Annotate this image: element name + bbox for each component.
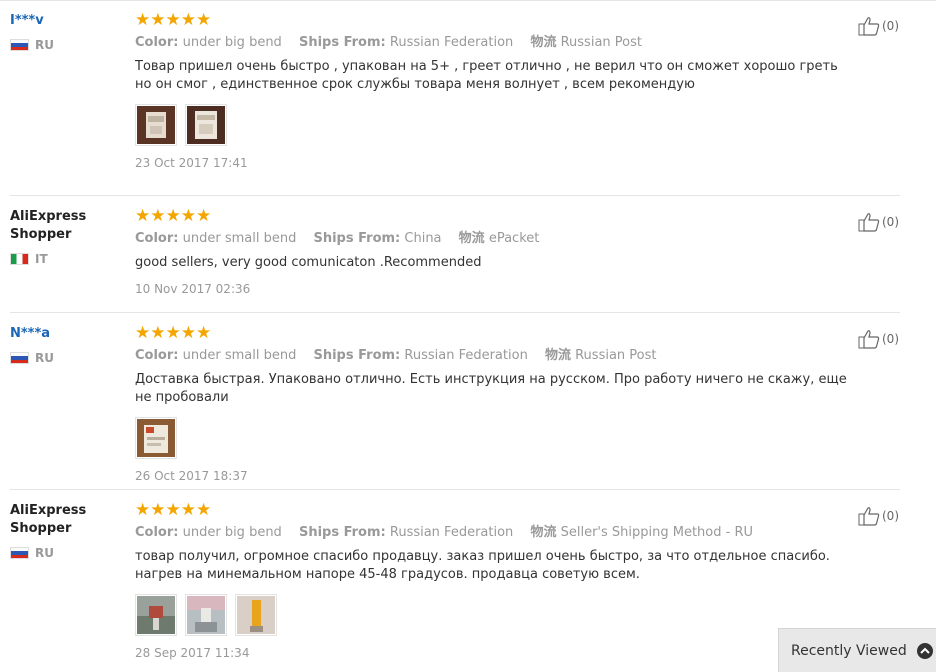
logistics-label: 物流 — [458, 231, 485, 246]
country-code: RU — [35, 351, 54, 365]
review-photo-thumbnail[interactable] — [135, 594, 177, 636]
helpful-button[interactable]: (0) — [858, 212, 899, 232]
review-item: AliExpress Shopper RU ★★★★★ Color: under… — [0, 502, 900, 672]
color-label: Color: — [135, 348, 179, 363]
review-item: I***v RU ★★★★★ Color: under big bend Shi… — [0, 12, 900, 196]
thumbs-up-icon — [858, 507, 880, 526]
helpful-count: (0) — [882, 215, 899, 229]
russia-flag-icon — [10, 352, 29, 364]
reviewer-name-link[interactable]: I***v — [10, 12, 125, 30]
russia-flag-icon — [10, 39, 29, 51]
star-rating: ★★★★★ — [135, 10, 212, 30]
reviewer-name: AliExpress Shopper — [10, 209, 87, 242]
ships-from-value: Russian Federation — [389, 525, 514, 540]
helpful-count: (0) — [882, 19, 899, 33]
color-label: Color: — [135, 231, 179, 246]
reviewer-country: RU — [10, 351, 125, 365]
reviewer-country: RU — [10, 546, 125, 560]
review-photo-thumbnail[interactable] — [235, 594, 277, 636]
ships-from-value: China — [404, 231, 442, 246]
star-rating: ★★★★★ — [135, 500, 212, 520]
logistics-label: 物流 — [530, 35, 557, 50]
review-date: 23 Oct 2017 17:41 — [135, 156, 248, 170]
helpful-button[interactable]: (0) — [858, 506, 899, 526]
review-body: ★★★★★ Color: under small bend Ships From… — [135, 206, 855, 297]
color-value: under small bend — [182, 231, 297, 246]
logistics-value: Russian Post — [575, 348, 657, 363]
review-date: 28 Sep 2017 11:34 — [135, 646, 250, 660]
recently-viewed-label: Recently Viewed — [791, 642, 907, 659]
color-label: Color: — [135, 525, 179, 540]
review-photo-thumbnail[interactable] — [185, 104, 227, 146]
review-body: ★★★★★ Color: under big bend Ships From: … — [135, 12, 855, 170]
helpful-count: (0) — [882, 509, 899, 523]
order-attributes: Color: under small bend Ships From: Chin… — [135, 230, 855, 248]
review-text: Товар пришел очень быстро , упакован на … — [135, 59, 838, 92]
star-rating: ★★★★★ — [135, 206, 212, 226]
color-value: under small bend — [182, 348, 297, 363]
russia-flag-icon — [10, 547, 29, 559]
review-divider — [10, 489, 900, 490]
ships-from-label: Ships From: — [298, 525, 386, 540]
italy-flag-icon — [10, 253, 29, 265]
reviewer-country: IT — [10, 252, 125, 266]
review-item: N***a RU ★★★★★ Color: under small bend S… — [0, 325, 900, 490]
reviewer-info: AliExpress Shopper IT — [10, 208, 125, 266]
order-attributes: Color: under big bend Ships From: Russia… — [135, 524, 855, 542]
thumbs-up-icon — [858, 17, 880, 36]
reviewer-info: I***v RU — [10, 12, 125, 52]
ships-from-label: Ships From: — [313, 348, 401, 363]
review-divider — [10, 195, 900, 196]
chevron-up-icon — [916, 642, 933, 659]
review-photos — [135, 417, 855, 459]
country-code: IT — [35, 252, 48, 266]
color-value: under big bend — [182, 35, 282, 50]
review-text: Доставка быстрая. Упаковано отлично. Ест… — [135, 372, 847, 405]
review-item: AliExpress Shopper IT ★★★★★ Color: under… — [0, 206, 900, 313]
review-divider — [10, 312, 900, 313]
helpful-count: (0) — [882, 332, 899, 346]
logistics-value: Russian Post — [560, 35, 642, 50]
review-photos — [135, 594, 855, 636]
thumbs-up-icon — [858, 213, 880, 232]
reviewer-name-link[interactable]: N***a — [10, 325, 125, 343]
review-date: 26 Oct 2017 18:37 — [135, 469, 248, 483]
country-code: RU — [35, 38, 54, 52]
ships-from-value: Russian Federation — [389, 35, 514, 50]
recently-viewed-button[interactable]: Recently Viewed — [778, 628, 936, 672]
star-rating: ★★★★★ — [135, 323, 212, 343]
review-photo-thumbnail[interactable] — [135, 417, 177, 459]
ships-from-label: Ships From: — [298, 35, 386, 50]
color-value: under big bend — [182, 525, 282, 540]
review-text: good sellers, very good comunicaton .Rec… — [135, 255, 482, 270]
logistics-value: Seller's Shipping Method - RU — [560, 525, 753, 540]
review-text: товар получил, огромное спасибо продавцу… — [135, 549, 830, 582]
review-photo-thumbnail[interactable] — [185, 594, 227, 636]
logistics-label: 物流 — [544, 348, 571, 363]
reviewer-name: AliExpress Shopper — [10, 503, 87, 536]
review-photos — [135, 104, 855, 146]
reviewer-info: N***a RU — [10, 325, 125, 365]
helpful-button[interactable]: (0) — [858, 329, 899, 349]
ships-from-label: Ships From: — [313, 231, 401, 246]
logistics-label: 物流 — [530, 525, 557, 540]
helpful-button[interactable]: (0) — [858, 16, 899, 36]
top-divider — [0, 0, 936, 1]
review-date: 10 Nov 2017 02:36 — [135, 282, 251, 296]
reviewer-info: AliExpress Shopper RU — [10, 502, 125, 560]
thumbs-up-icon — [858, 330, 880, 349]
logistics-value: ePacket — [488, 231, 540, 246]
color-label: Color: — [135, 35, 179, 50]
reviewer-country: RU — [10, 38, 125, 52]
ships-from-value: Russian Federation — [404, 348, 528, 363]
country-code: RU — [35, 546, 54, 560]
review-body: ★★★★★ Color: under small bend Ships From… — [135, 325, 855, 483]
review-photo-thumbnail[interactable] — [135, 104, 177, 146]
review-body: ★★★★★ Color: under big bend Ships From: … — [135, 502, 855, 660]
order-attributes: Color: under small bend Ships From: Russ… — [135, 347, 855, 365]
order-attributes: Color: under big bend Ships From: Russia… — [135, 34, 855, 52]
